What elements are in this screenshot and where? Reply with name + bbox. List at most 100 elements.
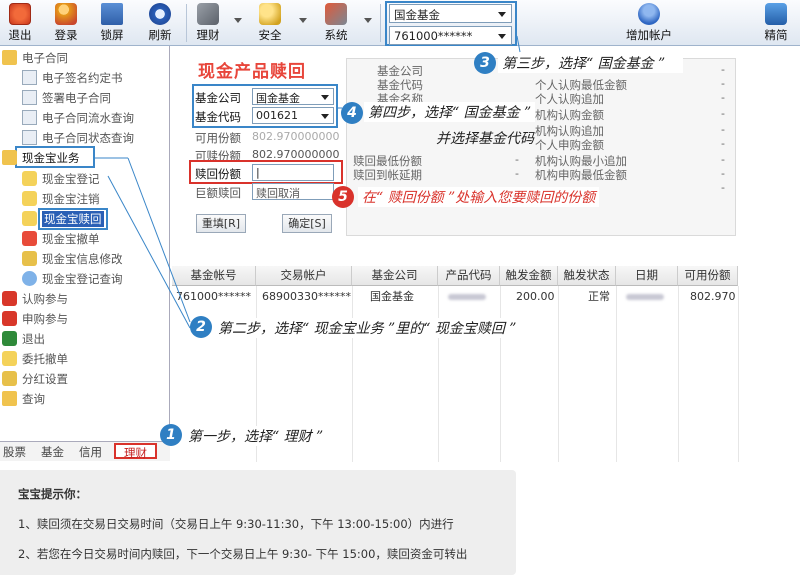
hand-icon [22, 211, 37, 226]
security-menu-button[interactable]: 安全 [252, 2, 288, 44]
fund-company-label: 基金公司 [195, 91, 241, 105]
info-value: - [721, 91, 725, 104]
power-icon [9, 3, 31, 25]
step1-badge: 1 [160, 424, 182, 446]
refresh-button[interactable]: 刷新 [142, 2, 178, 44]
function-tree-sidebar: 电子合同 电子签名约定书 签署电子合同 电子合同流水查询 电子合同状态查询 现金… [0, 46, 170, 461]
search-icon [22, 271, 37, 286]
chevron-down-icon [321, 95, 329, 100]
table-header[interactable]: 触发金额 [500, 266, 558, 286]
step4-text: 第四步，选择“ 国金基金 ” [364, 102, 536, 122]
tree-label: 电子合同状态查询 [42, 131, 134, 145]
exit-button[interactable]: 退出 [2, 2, 38, 44]
login-button[interactable]: 登录 [48, 2, 84, 44]
step2-text: 第二步，选择“ 现金宝业务 ”里的“ 现金宝赎回 ” [214, 318, 521, 338]
column-divider [352, 286, 353, 462]
info-value: - [721, 77, 725, 90]
table-header[interactable]: 日期 [616, 266, 678, 286]
info-value: - [721, 181, 725, 194]
tree-label: 退出 [22, 332, 45, 346]
add-account-label: 增加帐户 [626, 28, 672, 42]
fund-code-select[interactable]: 001621 [252, 107, 334, 124]
available-shares-label: 可用份额 [195, 131, 241, 145]
table-header[interactable]: 可用份额 [678, 266, 738, 286]
tree-label: 签署电子合同 [42, 91, 111, 105]
confirm-button[interactable]: 确定[S] [282, 214, 332, 233]
info-label: 机构申购最低金额 [535, 168, 627, 182]
cell-fund-account: 761000****** [176, 290, 251, 303]
table-header[interactable]: 触发状态 [558, 266, 616, 286]
giant-redeem-select-value: 赎回取消 [256, 187, 300, 200]
fund-code-label: 基金代码 [195, 110, 241, 124]
document-icon [22, 110, 37, 125]
tree-label-selected: 现金宝赎回 [42, 211, 104, 227]
info-value: - [515, 153, 519, 166]
toolbar-divider [186, 4, 187, 42]
system-label: 系统 [324, 28, 348, 42]
login-label: 登录 [54, 28, 78, 42]
document-icon [22, 70, 37, 85]
tab-stock[interactable]: 股票 [0, 444, 29, 460]
table-header[interactable]: 基金帐号 [172, 266, 256, 286]
giant-redeem-select[interactable]: 赎回取消 [252, 183, 334, 200]
table-header[interactable]: 交易帐户 [256, 266, 352, 286]
folder-icon [2, 150, 17, 165]
toolbar-divider [380, 4, 381, 42]
tree-label: 委托撤单 [22, 352, 68, 366]
users-icon [55, 3, 77, 25]
step5-text: 在“ 赎回份额 ”处输入您要赎回的份额 [358, 187, 600, 207]
key-icon [22, 251, 37, 266]
chevron-down-icon [321, 114, 329, 119]
fund-info-panel: 基金公司 基金代码 基金名称 赎回最低份额 赎回到帐延期 - - 个人认购最低金… [346, 58, 736, 236]
folder-icon [2, 50, 17, 65]
column-divider [438, 286, 439, 462]
compact-button[interactable]: 精简 [758, 2, 794, 44]
tree-label: 现金宝登记 [42, 172, 100, 186]
cell-product-code [448, 288, 486, 306]
cell-trigger-status: 正常 [588, 290, 610, 303]
document-icon [22, 130, 37, 145]
tree-label: 分红设置 [22, 372, 68, 386]
cell-trade-account: 68900330****** [262, 290, 351, 303]
security-dropdown-arrow[interactable] [299, 18, 307, 23]
account-combo[interactable]: 761000****** [389, 26, 512, 45]
tab-finance[interactable]: 理财 [114, 443, 157, 460]
hand-icon [2, 351, 17, 366]
tab-fund[interactable]: 基金 [38, 444, 67, 460]
finance-menu-button[interactable]: 理财 [190, 2, 226, 44]
info-value: - [721, 153, 725, 166]
tab-credit[interactable]: 信用 [76, 444, 105, 460]
system-dropdown-arrow[interactable] [364, 18, 372, 23]
column-divider [738, 286, 739, 462]
table-header[interactable]: 基金公司 [352, 266, 438, 286]
tips-box: 宝宝提示你： 1、赎回须在交易日交易时间（交易日上午 9:30-11:30，下午… [0, 470, 516, 575]
step1-text: 第一步，选择“ 理财 ” [184, 426, 328, 446]
tips-line-1: 1、赎回须在交易日交易时间（交易日上午 9:30-11:30，下午 13:00-… [18, 517, 454, 531]
lock-screen-button[interactable]: 锁屏 [94, 2, 130, 44]
add-account-button[interactable]: 增加帐户 [626, 2, 672, 44]
tree-label: 电子合同 [22, 51, 68, 65]
tree-label: 现金宝撤单 [42, 232, 100, 246]
step2-badge: 2 [190, 316, 212, 338]
redeem-shares-input[interactable]: | [252, 164, 334, 181]
tree-label: 现金宝信息修改 [42, 252, 123, 266]
info-label: 个人申购金额 [535, 138, 604, 152]
refresh-icon [149, 3, 171, 25]
reset-button[interactable]: 重填[R] [196, 214, 246, 233]
tree-label: 电子合同流水查询 [42, 111, 134, 125]
fund-company-select[interactable]: 国金基金 [252, 88, 334, 105]
fund-company-select-value: 国金基金 [256, 92, 300, 105]
hand-icon [22, 191, 37, 206]
table-header[interactable]: 产品代码 [438, 266, 500, 286]
giant-redeem-label: 巨额赎回 [195, 186, 241, 200]
column-divider [616, 286, 617, 462]
fund-code-select-value: 001621 [256, 109, 298, 122]
finance-dropdown-arrow[interactable] [234, 18, 242, 23]
buy-icon [2, 291, 17, 306]
system-menu-button[interactable]: 系统 [318, 2, 354, 44]
account-combo-value: 761000****** [394, 29, 473, 43]
exit-label: 退出 [8, 28, 32, 42]
fund-company-combo[interactable]: 国金基金 [389, 4, 512, 23]
lock-label: 锁屏 [100, 28, 124, 42]
add-user-icon [638, 3, 660, 25]
